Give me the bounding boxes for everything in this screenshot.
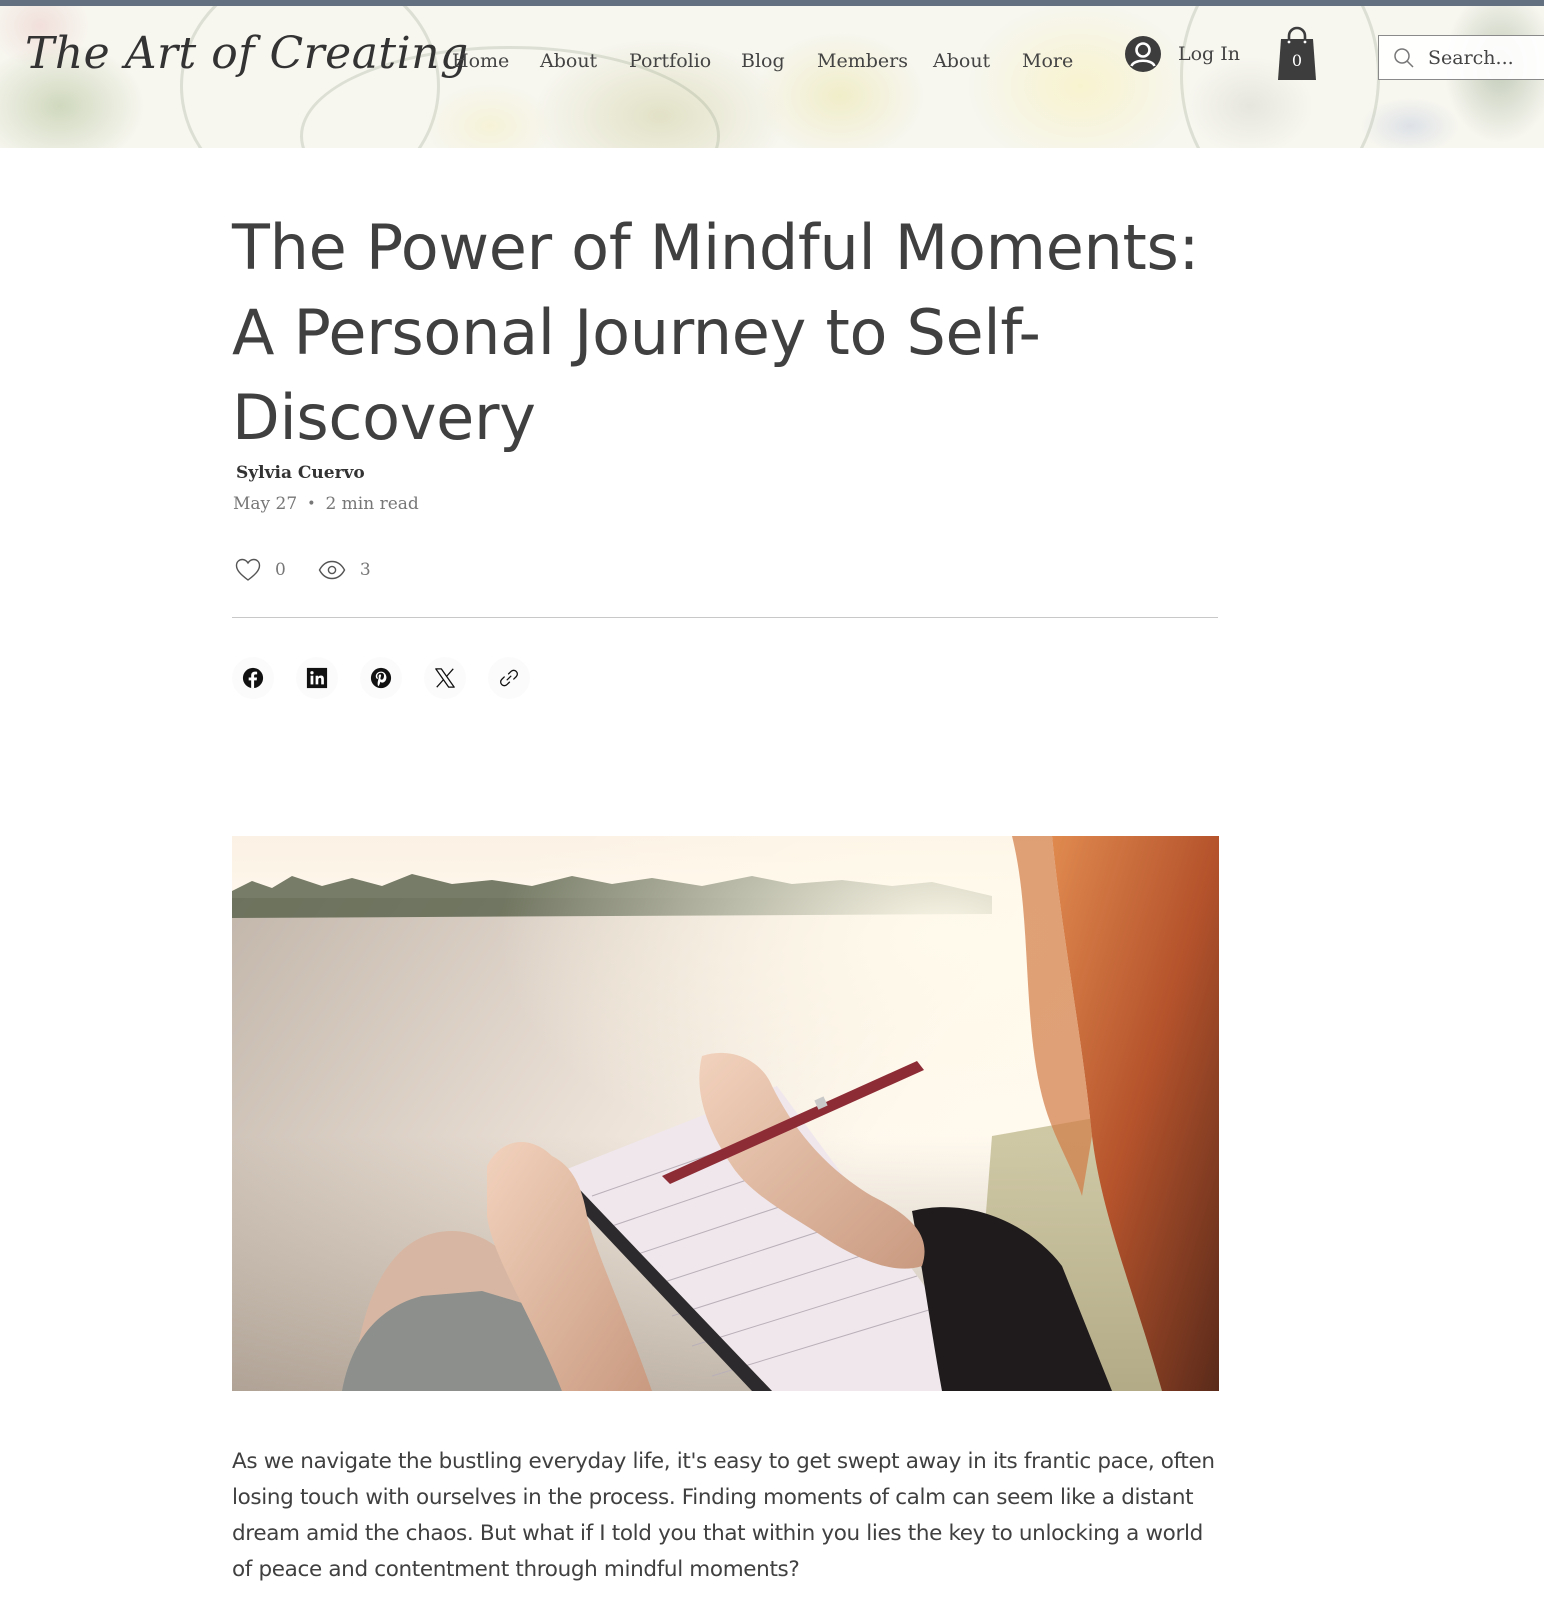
x-icon [435, 668, 455, 688]
nav-item-home[interactable]: Home [452, 50, 509, 72]
site-header: The Art of Creating Home About Portfolio… [0, 6, 1544, 148]
linkedin-icon [306, 667, 328, 689]
pinterest-icon [370, 667, 392, 689]
nav-item-more[interactable]: More [1022, 50, 1073, 72]
share-linkedin-button[interactable] [296, 657, 338, 699]
divider [232, 617, 1218, 618]
share-pinterest-button[interactable] [360, 657, 402, 699]
search-box[interactable] [1378, 35, 1544, 80]
like-button[interactable]: 0 [235, 558, 286, 582]
post-paragraph: As we navigate the bustling everyday lif… [232, 1449, 1215, 1582]
share-x-button[interactable] [424, 657, 466, 699]
user-avatar-icon [1125, 36, 1161, 72]
nav-item-portfolio[interactable]: Portfolio [629, 50, 711, 72]
hero-photo-illustration [232, 836, 1219, 1391]
author-name[interactable]: Sylvia Cuervo [236, 463, 365, 483]
nav-item-about[interactable]: About [540, 50, 597, 72]
nav-item-about-2[interactable]: About [933, 50, 990, 72]
login-label: Log In [1178, 43, 1241, 65]
post-meta: May 27 • 2 min read [233, 494, 419, 514]
read-time: 2 min read [325, 494, 419, 514]
login-button[interactable]: Log In [1125, 33, 1240, 75]
share-bar [232, 657, 530, 699]
post-title: The Power of Mindful Moments: A Personal… [232, 211, 1200, 454]
meta-separator: • [307, 496, 316, 512]
heart-icon [235, 558, 261, 581]
cart-button[interactable]: 0 [1276, 25, 1318, 81]
cart-count: 0 [1291, 51, 1303, 70]
view-count: 3 [359, 560, 371, 580]
share-facebook-button[interactable] [232, 657, 274, 699]
post-stats: 0 3 [235, 556, 371, 584]
search-input[interactable] [1428, 46, 1544, 69]
nav-item-blog[interactable]: Blog [741, 50, 785, 72]
eye-icon [318, 560, 346, 580]
view-stat: 3 [318, 560, 371, 580]
post-date: May 27 [233, 494, 298, 514]
site-logo[interactable]: The Art of Creating [25, 28, 469, 79]
facebook-icon [242, 667, 264, 689]
nav-item-members[interactable]: Members [817, 50, 908, 72]
copy-link-button[interactable] [488, 657, 530, 699]
link-icon [500, 669, 518, 687]
search-icon [1394, 47, 1414, 68]
post-hero-image[interactable] [232, 836, 1219, 1391]
like-count: 0 [275, 560, 286, 580]
